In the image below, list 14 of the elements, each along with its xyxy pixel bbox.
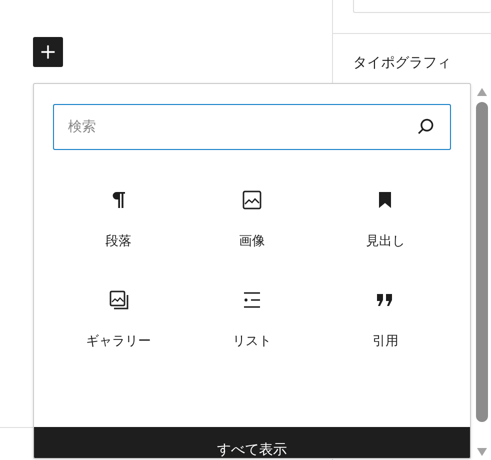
block-item[interactable]: 段落 bbox=[52, 184, 186, 254]
browse-all-button[interactable]: すべて表示 bbox=[34, 427, 470, 458]
block-item[interactable]: 引用 bbox=[318, 284, 452, 354]
block-item[interactable]: 見出し bbox=[318, 184, 452, 254]
panel-heading: タイポグラフィ bbox=[353, 54, 452, 72]
block-item[interactable]: ギャラリー bbox=[52, 284, 186, 354]
add-block-button[interactable] bbox=[33, 37, 63, 67]
block-item[interactable]: リスト bbox=[185, 284, 319, 354]
block-item[interactable]: 画像 bbox=[185, 184, 319, 254]
scrollbar[interactable] bbox=[475, 88, 489, 456]
input-field[interactable] bbox=[353, 0, 491, 13]
scroll-up-icon[interactable] bbox=[477, 88, 487, 96]
search-field[interactable]: 検索 bbox=[53, 104, 451, 150]
scroll-down-icon[interactable] bbox=[477, 448, 487, 456]
